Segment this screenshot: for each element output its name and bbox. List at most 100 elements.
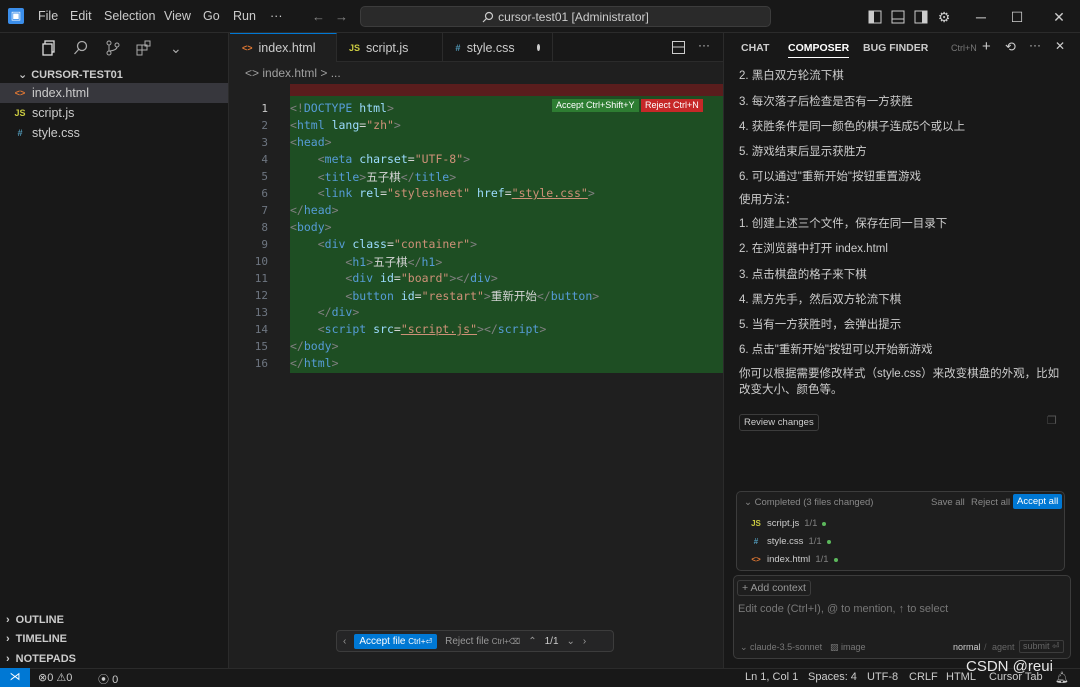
- submit-button[interactable]: submit ⏎: [1019, 640, 1064, 653]
- unsaved-dot-icon[interactable]: [536, 44, 540, 51]
- explorer-files-icon[interactable]: [41, 40, 59, 56]
- code-line-11[interactable]: <div id="board"></div>: [290, 271, 497, 285]
- breadcrumb[interactable]: <> index.html > ...: [245, 66, 341, 80]
- chevron-down-icon[interactable]: ⌄: [170, 40, 188, 56]
- code-line-8[interactable]: <body>: [290, 220, 332, 234]
- code-line-7[interactable]: </head>: [290, 203, 339, 217]
- line-number: 11: [254, 272, 268, 285]
- file-item-index-html[interactable]: <> index.html: [0, 83, 228, 103]
- menu-go[interactable]: Go: [203, 9, 220, 23]
- menu-run[interactable]: Run: [233, 9, 256, 23]
- mode-normal[interactable]: normal: [953, 642, 981, 652]
- more-actions-icon[interactable]: ···: [698, 38, 710, 52]
- outline-section[interactable]: › OUTLINE: [6, 614, 64, 626]
- maximize-icon[interactable]: ☐: [1008, 8, 1026, 26]
- close-panel-icon[interactable]: ✕: [1055, 39, 1065, 53]
- accept-diff-button[interactable]: Accept Ctrl+Shift+Y: [552, 99, 639, 112]
- file-item-style-css[interactable]: # style.css: [0, 123, 228, 143]
- tab-script-js[interactable]: JS script.js: [337, 33, 443, 62]
- end-of-line[interactable]: CRLF: [909, 671, 938, 683]
- completed-summary[interactable]: ⌄ Completed (3 files changed): [744, 497, 873, 508]
- chevron-down-icon[interactable]: ⌄: [567, 636, 575, 647]
- minimize-icon[interactable]: ─: [972, 8, 990, 26]
- chevron-up-icon[interactable]: ⌃: [528, 636, 536, 647]
- code-line-4[interactable]: <meta charset="UTF-8">: [290, 152, 470, 166]
- changed-file-row[interactable]: # style.css 1/1: [750, 536, 831, 547]
- accept-file-button[interactable]: Accept file Ctrl+⏎: [354, 633, 438, 649]
- indentation[interactable]: Spaces: 4: [808, 671, 857, 683]
- menu-edit[interactable]: Edit: [70, 9, 92, 23]
- back-arrow-icon[interactable]: ←: [312, 9, 325, 24]
- warning-icon: ⚠: [56, 672, 67, 684]
- menu-file[interactable]: File: [38, 9, 58, 23]
- timeline-section[interactable]: › TIMELINE: [6, 633, 67, 645]
- composer-input[interactable]: Edit code (Ctrl+I), @ to mention, ↑ to s…: [738, 603, 1058, 615]
- code-line-10[interactable]: <h1>五子棋</h1>: [290, 254, 442, 270]
- accept-all-button[interactable]: Accept all: [1013, 494, 1063, 509]
- reject-all-button[interactable]: Reject all: [971, 497, 1010, 508]
- chevron-right-icon[interactable]: ›: [583, 636, 586, 647]
- file-item-script-js[interactable]: JS script.js: [0, 103, 228, 123]
- command-center-search[interactable]: cursor-test01 [Administrator]: [360, 6, 771, 27]
- toggle-secondary-sidebar-icon[interactable]: [912, 8, 930, 26]
- code-line-1[interactable]: <!DOCTYPE html>: [290, 101, 394, 115]
- csdn-watermark: CSDN @reui: [966, 658, 1053, 675]
- code-line-13[interactable]: </div>: [290, 305, 360, 319]
- code-line-2[interactable]: <html lang="zh">: [290, 118, 401, 132]
- line-number: 16: [254, 357, 268, 370]
- tab-label: style.css: [466, 40, 515, 55]
- toggle-sidebar-icon[interactable]: [866, 8, 884, 26]
- model-selector[interactable]: ⌄ claude-3.5-sonnet: [740, 642, 822, 653]
- split-editor-icon[interactable]: [672, 41, 685, 54]
- close-window-icon[interactable]: ✕: [1050, 8, 1068, 26]
- extensions-icon[interactable]: [136, 40, 154, 56]
- chevron-left-icon[interactable]: ‹: [343, 636, 346, 647]
- mode-agent[interactable]: agent: [992, 642, 1015, 652]
- code-line-15[interactable]: </body>: [290, 339, 339, 353]
- tab-chat[interactable]: CHAT: [741, 42, 769, 54]
- plus-icon[interactable]: +: [982, 38, 991, 55]
- menu-more[interactable]: ···: [270, 9, 283, 23]
- tab-index-html[interactable]: <> index.html: [230, 33, 337, 62]
- code-line-5[interactable]: <title>五子棋</title>: [290, 169, 456, 185]
- reject-file-button[interactable]: Reject file Ctrl+⌫: [445, 636, 520, 647]
- code-line-9[interactable]: <div class="container">: [290, 237, 477, 251]
- code-line-3[interactable]: <head>: [290, 135, 332, 149]
- remote-indicator-icon[interactable]: ⋊: [0, 668, 30, 687]
- search-sidebar-icon[interactable]: [73, 40, 91, 56]
- menu-selection[interactable]: Selection: [104, 9, 155, 23]
- line-number: 13: [254, 306, 268, 319]
- toggle-panel-icon[interactable]: [889, 8, 907, 26]
- reject-diff-button[interactable]: Reject Ctrl+N: [641, 99, 703, 112]
- settings-gear-icon[interactable]: ⚙: [935, 8, 953, 26]
- ports-indicator[interactable]: ⦿ 0: [98, 671, 118, 687]
- code-line-14[interactable]: <script src="script.js"></script>: [290, 322, 547, 336]
- code-line-16[interactable]: </html>: [290, 356, 339, 370]
- source-control-icon[interactable]: [105, 40, 123, 56]
- explorer-root-folder[interactable]: ⌄ CURSOR-TEST01: [18, 68, 123, 81]
- html-file-icon: <>: [751, 555, 761, 564]
- changed-file-row[interactable]: JS script.js 1/1: [750, 518, 827, 529]
- problems-indicator[interactable]: ⊗0 ⚠0: [38, 671, 72, 684]
- notifications-bell-icon[interactable]: 🔔︎: [1055, 671, 1069, 684]
- forward-arrow-icon[interactable]: →: [335, 9, 348, 24]
- menu-view[interactable]: View: [164, 9, 191, 23]
- image-button[interactable]: ▨ image: [830, 642, 866, 653]
- chevron-down-icon: ⌄: [18, 69, 28, 81]
- tab-style-css[interactable]: # style.css: [443, 33, 553, 62]
- add-context-button[interactable]: + Add context: [737, 580, 811, 596]
- notepads-section[interactable]: › NOTEPADS: [6, 653, 76, 665]
- encoding[interactable]: UTF-8: [867, 671, 898, 683]
- code-line-6[interactable]: <link rel="stylesheet" href="style.css">: [290, 186, 595, 200]
- save-all-button[interactable]: Save all: [931, 497, 965, 508]
- review-changes-button[interactable]: Review changes: [739, 414, 819, 431]
- code-line-12[interactable]: <button id="restart">重新开始</button>: [290, 288, 599, 304]
- history-icon[interactable]: ⟲: [1005, 39, 1016, 55]
- section-label: TIMELINE: [15, 633, 68, 645]
- copy-icon[interactable]: ❐: [1047, 414, 1057, 427]
- tab-bug-finder[interactable]: BUG FINDER: [863, 42, 928, 54]
- tab-composer[interactable]: COMPOSER: [788, 42, 850, 58]
- cursor-position[interactable]: Ln 1, Col 1: [745, 671, 798, 683]
- more-icon[interactable]: ···: [1029, 38, 1041, 52]
- changed-file-row[interactable]: <> index.html 1/1: [750, 554, 838, 565]
